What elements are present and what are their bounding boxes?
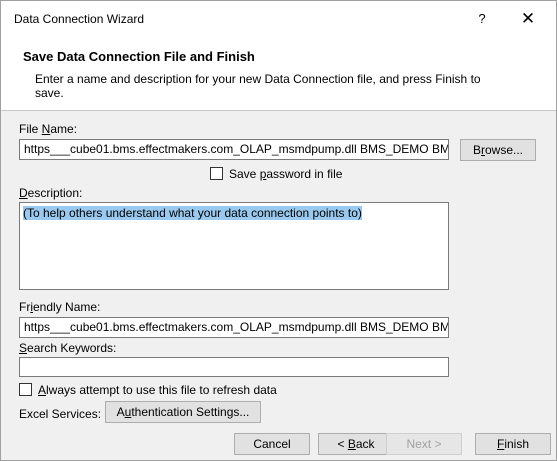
refresh-checkbox[interactable]	[19, 383, 32, 396]
description-text: (To help others understand what your dat…	[23, 206, 362, 220]
page-title: Save Data Connection File and Finish	[23, 49, 255, 64]
friendly-name-input[interactable]: https___cube01.bms.effectmakers.com_OLAP…	[19, 317, 449, 338]
back-button[interactable]: < Back	[318, 433, 394, 455]
description-label-post: escription:	[27, 186, 83, 200]
friendly-name-label-post: endly Name:	[33, 300, 101, 314]
browse-button[interactable]: Browse...	[460, 139, 536, 161]
back-label-post: ack	[355, 437, 375, 451]
page-description: Enter a name and description for your ne…	[35, 72, 481, 100]
next-button[interactable]: Next >	[386, 433, 462, 455]
save-password-label-post: assword in file	[266, 167, 343, 181]
search-keywords-label: Search Keywords:	[19, 341, 116, 355]
file-name-label-post: ame:	[50, 122, 78, 136]
window-title: Data Connection Wizard	[14, 12, 145, 26]
search-keywords-label-post: earch Keywords:	[27, 341, 117, 355]
friendly-name-label: Friendly Name:	[19, 300, 100, 314]
description-label-key: D	[19, 186, 28, 200]
description-textarea[interactable]: (To help others understand what your dat…	[19, 202, 449, 290]
file-name-label-pre: File	[19, 122, 42, 136]
browse-label-post: owse...	[485, 143, 524, 157]
save-password-label-pre: Save	[229, 167, 260, 181]
refresh-label-post: lways attempt to use this file to refres…	[46, 383, 277, 397]
browse-label-pre: B	[472, 143, 481, 157]
back-label-pre: <	[337, 437, 348, 451]
search-keywords-input[interactable]	[19, 357, 449, 377]
refresh-label-key: A	[38, 383, 47, 397]
save-password-label: Save password in file	[229, 167, 342, 181]
file-name-input[interactable]: https___cube01.bms.effectmakers.com_OLAP…	[19, 139, 449, 160]
close-button[interactable]: ✕	[511, 7, 545, 31]
title-bar: Data Connection Wizard ? ✕	[1, 1, 556, 35]
search-keywords-label-key: S	[19, 341, 28, 355]
finish-button[interactable]: Finish	[475, 433, 551, 455]
friendly-name-label-pre: Fr	[19, 300, 31, 314]
authentication-settings-button[interactable]: Authentication Settings...	[105, 401, 261, 423]
file-name-label: File Name:	[19, 122, 77, 136]
auth-label-post: thentication Settings...	[131, 405, 250, 419]
save-password-checkbox[interactable]	[210, 167, 223, 180]
auth-label-pre: A	[116, 405, 125, 419]
description-label: Description:	[19, 186, 82, 200]
data-connection-wizard-dialog: Data Connection Wizard ? ✕ Save Data Con…	[0, 0, 557, 461]
cancel-button[interactable]: Cancel	[234, 433, 310, 455]
excel-services-label: Excel Services:	[19, 407, 102, 421]
refresh-label: Always attempt to use this file to refre…	[38, 383, 277, 397]
wizard-header: Save Data Connection File and Finish Ent…	[1, 35, 556, 111]
help-button[interactable]: ?	[467, 7, 497, 31]
back-label-key: B	[347, 437, 356, 451]
finish-label-post: inish	[504, 437, 530, 451]
